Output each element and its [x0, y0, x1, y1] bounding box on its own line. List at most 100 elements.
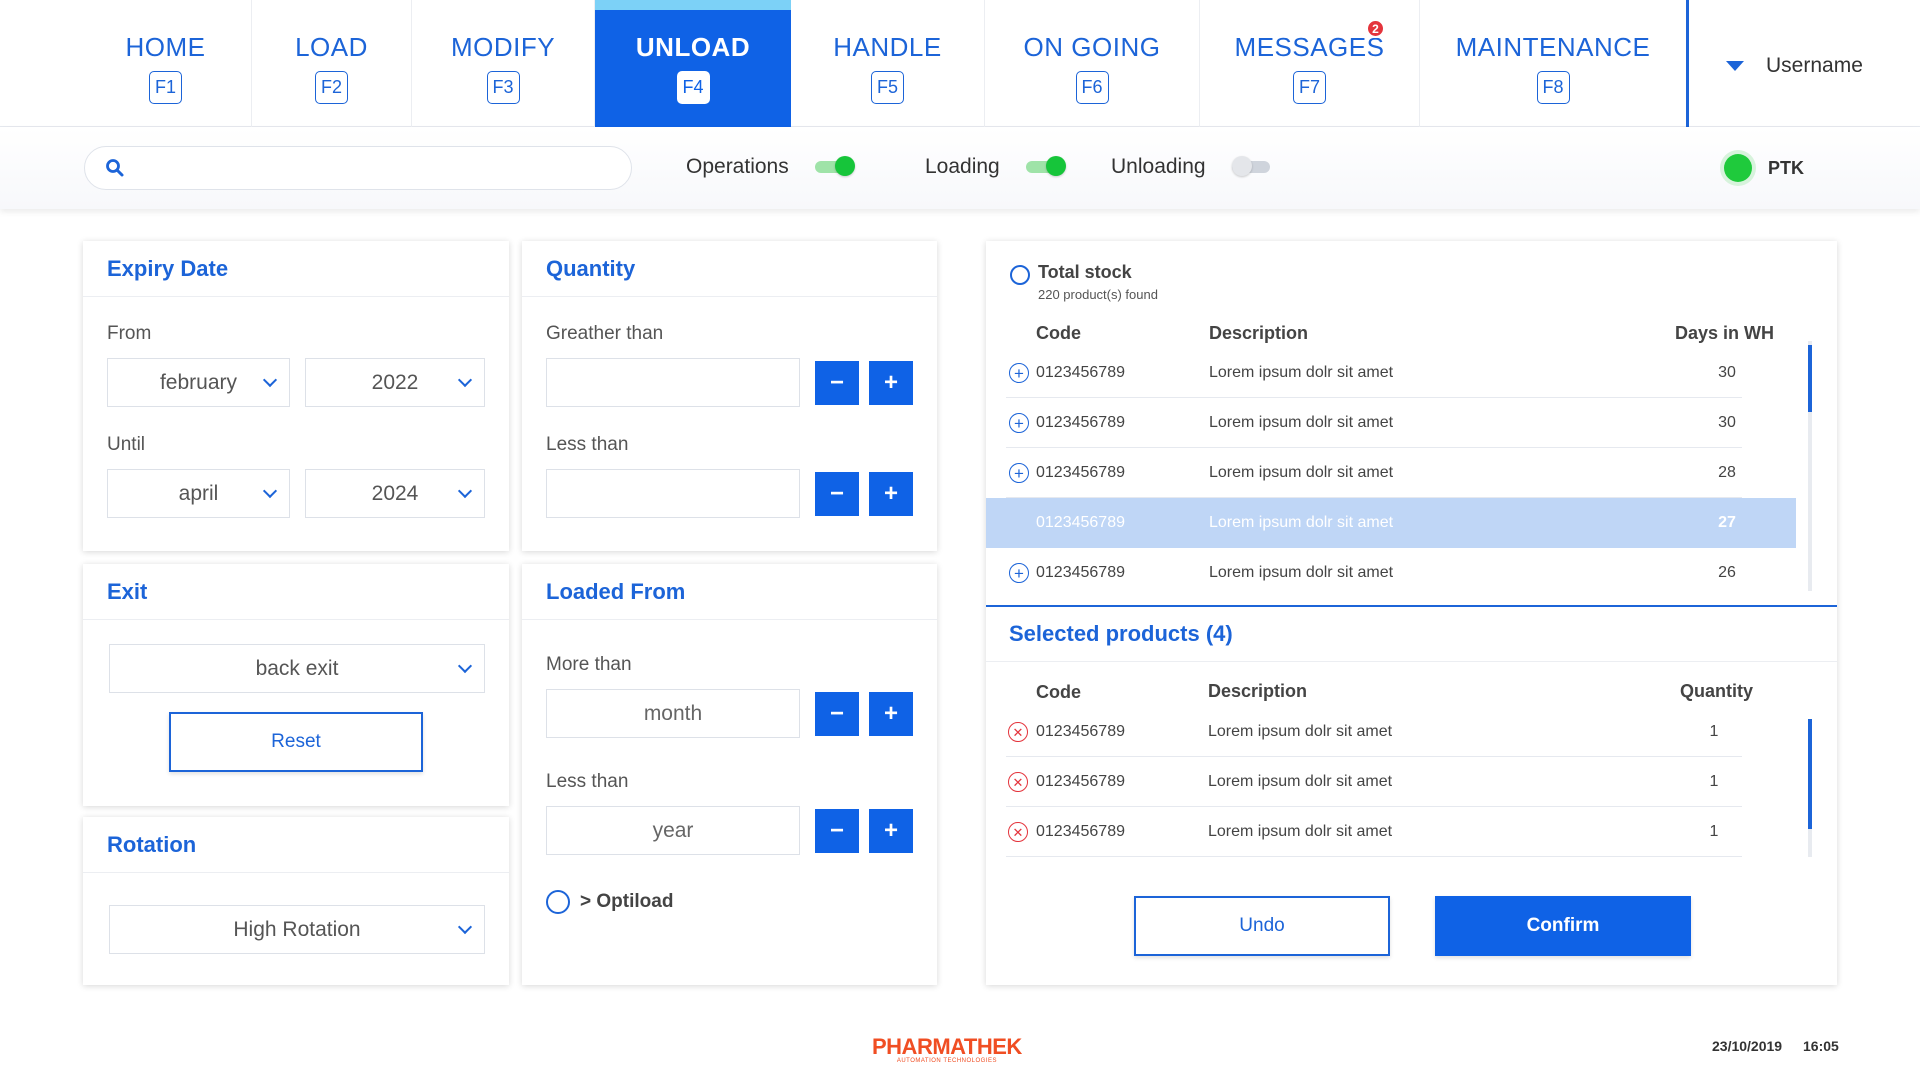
rotation-select[interactable]: High Rotation — [109, 905, 485, 954]
greater-than-label: Greather than — [546, 323, 664, 344]
less-than-decrement-button[interactable]: − — [815, 472, 859, 516]
tab-maintenance[interactable]: MAINTENANCE F8 — [1420, 0, 1686, 127]
more-than-decrement-button[interactable]: − — [815, 692, 859, 736]
stock-row-description: Lorem ipsum dolr sit amet — [1209, 564, 1394, 581]
stock-scrollbar[interactable] — [1808, 341, 1812, 591]
less-than-input[interactable] — [546, 469, 800, 518]
selected-row[interactable]: ✕ 0123456789 Lorem ipsum dolr sit amet 1 — [986, 707, 1796, 757]
tab-handle[interactable]: HANDLE F5 — [791, 0, 985, 127]
stock-row[interactable]: + 0123456789 Lorem ipsum dolr sit amet 2… — [986, 448, 1796, 498]
reset-button[interactable]: Reset — [169, 712, 423, 772]
tab-load[interactable]: LOAD F2 — [252, 0, 412, 127]
stock-code-header: Code — [1036, 323, 1081, 343]
undo-button[interactable]: Undo — [1134, 896, 1390, 956]
chevron-down-icon — [262, 483, 278, 499]
remove-circle-icon[interactable]: ✕ — [1008, 822, 1028, 842]
chevron-down-icon — [457, 919, 473, 935]
selected-row-description: Lorem ipsum dolr sit amet — [1208, 723, 1393, 740]
tab-modify[interactable]: MODIFY F3 — [412, 0, 595, 127]
stock-row[interactable]: + 0123456789 Lorem ipsum dolr sit amet 2… — [986, 548, 1796, 598]
loaded-from-title: Loaded From — [522, 564, 937, 620]
more-than-increment-button[interactable]: + — [869, 692, 913, 736]
greater-than-increment-button[interactable]: + — [869, 361, 913, 405]
tab-home[interactable]: HOME F1 — [80, 0, 252, 127]
stock-row-description: Lorem ipsum dolr sit amet — [1209, 414, 1394, 431]
add-circle-icon[interactable]: + — [1009, 463, 1029, 483]
selected-row-description: Lorem ipsum dolr sit amet — [1208, 823, 1393, 840]
add-circle-icon[interactable]: + — [1009, 363, 1029, 383]
loaded-less-than-input[interactable]: year — [546, 806, 800, 855]
tab-home-key: F1 — [149, 71, 182, 104]
tab-on-going[interactable]: ON GOING F6 — [985, 0, 1200, 127]
remove-circle-icon[interactable]: ✕ — [1008, 722, 1028, 742]
selected-row-quantity: 1 — [1709, 823, 1719, 840]
tab-unload[interactable]: UNLOAD F4 — [595, 0, 791, 127]
panel-divider — [986, 605, 1837, 607]
until-year-select[interactable]: 2024 — [305, 469, 485, 518]
loaded-less-than-label: Less than — [546, 771, 629, 792]
optiload-radio[interactable] — [546, 890, 570, 914]
toggle-loading-label: Loading — [925, 155, 1000, 178]
greater-than-input[interactable] — [546, 358, 800, 407]
add-circle-icon[interactable]: + — [1009, 413, 1029, 433]
stock-row-days: 30 — [1718, 364, 1736, 381]
selected-scrollbar-thumb[interactable] — [1808, 719, 1812, 829]
stock-row[interactable]: + 0123456789 Lorem ipsum dolr sit amet 3… — [986, 398, 1796, 448]
from-year-value: 2022 — [371, 370, 419, 394]
add-circle-icon[interactable]: + — [1009, 563, 1029, 583]
less-than-label: Less than — [546, 434, 629, 455]
until-label: Until — [107, 434, 146, 455]
user-separator — [1686, 0, 1689, 127]
unloading-switch[interactable] — [1231, 156, 1270, 176]
selected-products-title: Selected products (4) — [1009, 621, 1233, 646]
greater-than-decrement-button[interactable]: − — [815, 361, 859, 405]
until-year-value: 2024 — [371, 481, 419, 505]
more-than-input[interactable]: month — [546, 689, 800, 738]
total-stock-radio[interactable] — [1010, 265, 1030, 285]
less-than-increment-button[interactable]: + — [869, 472, 913, 516]
exit-select[interactable]: back exit — [109, 644, 485, 693]
tab-load-label: LOAD — [295, 32, 368, 62]
stock-row-code: 0123456789 — [1036, 514, 1125, 531]
search-box[interactable] — [84, 146, 632, 190]
tab-modify-key: F3 — [486, 71, 520, 104]
selected-row-quantity: 1 — [1709, 773, 1719, 790]
selected-row-description: Lorem ipsum dolr sit amet — [1208, 773, 1393, 790]
selected-row-code: 0123456789 — [1036, 773, 1125, 790]
chevron-down-icon — [457, 372, 473, 388]
tab-unload-label: UNLOAD — [635, 32, 751, 62]
selected-row[interactable]: ✕ 0123456789 Lorem ipsum dolr sit amet 1 — [986, 757, 1796, 807]
loaded-less-than-decrement-button[interactable]: − — [815, 809, 859, 853]
selected-scrollbar[interactable] — [1808, 719, 1812, 857]
chevron-down-icon — [457, 483, 473, 499]
selected-row[interactable]: ✕ 0123456789 Lorem ipsum dolr sit amet 1 — [986, 807, 1796, 857]
confirm-button[interactable]: Confirm — [1435, 896, 1691, 956]
until-month-value: april — [178, 481, 219, 505]
tab-messages[interactable]: MESSAGES F7 2 — [1200, 0, 1420, 127]
until-month-select[interactable]: april — [107, 469, 290, 518]
tab-on-going-key: F6 — [1075, 71, 1109, 104]
search-input[interactable] — [137, 147, 631, 189]
operations-switch[interactable] — [814, 156, 855, 176]
stock-row-selected[interactable]: 0123456789 Lorem ipsum dolr sit amet 27 — [986, 498, 1796, 548]
remove-circle-icon[interactable]: ✕ — [1008, 772, 1028, 792]
stock-row[interactable]: + 0123456789 Lorem ipsum dolr sit amet 3… — [986, 348, 1796, 398]
tab-home-label: HOME — [125, 32, 206, 62]
loaded-less-than-increment-button[interactable]: + — [869, 809, 913, 853]
selected-row-code: 0123456789 — [1036, 723, 1125, 740]
selected-description-header: Description — [1208, 681, 1308, 701]
stock-row-description: Lorem ipsum dolr sit amet — [1209, 514, 1394, 531]
pharmathek-logo: PHARMATHEK AUTOMATION TECHNOLOGIES — [872, 1034, 1022, 1064]
from-year-select[interactable]: 2022 — [305, 358, 485, 407]
stock-description-header: Description — [1209, 323, 1309, 343]
filter-bar: Operations Loading Unloading PTK — [0, 127, 1920, 209]
user-menu[interactable]: Username — [1726, 54, 1863, 78]
loading-switch[interactable] — [1025, 156, 1066, 176]
from-month-select[interactable]: february — [107, 358, 290, 407]
toggle-operations-label: Operations — [686, 155, 789, 178]
brand-name: PHARMATHEK — [872, 1034, 1022, 1059]
stock-table-body: + 0123456789 Lorem ipsum dolr sit amet 3… — [986, 348, 1796, 598]
tab-modify-label: MODIFY — [450, 32, 556, 62]
stock-scrollbar-thumb[interactable] — [1808, 345, 1812, 412]
switch-knob — [834, 156, 855, 176]
